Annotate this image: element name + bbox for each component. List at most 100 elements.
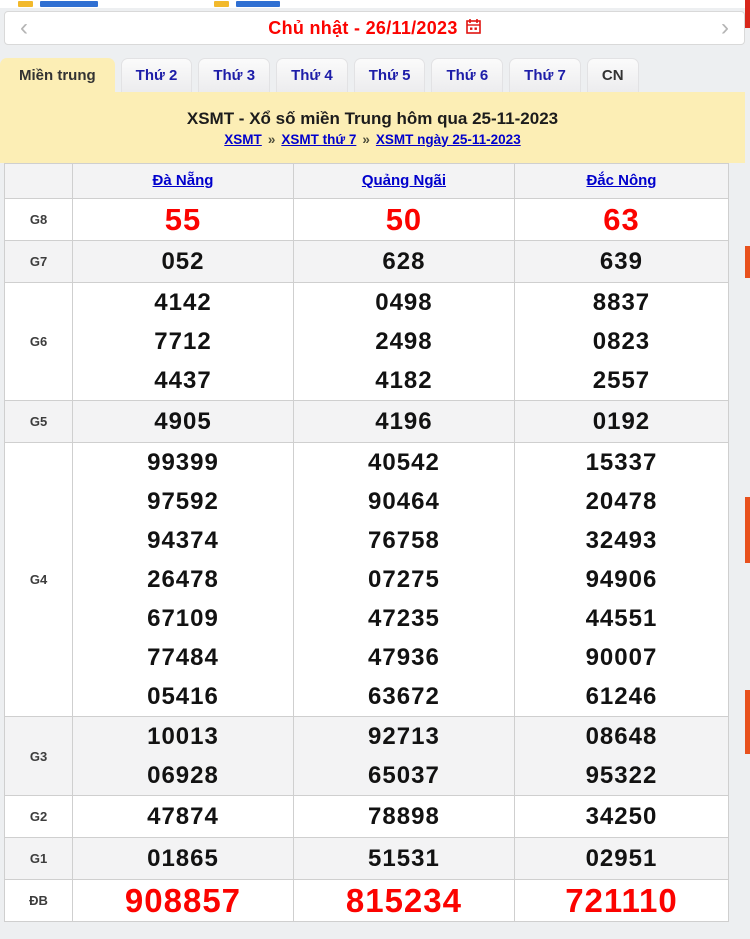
weekday-tabs: Miền trung Thứ 2 Thứ 3 Thứ 4 Thứ 5 Thứ 6 Thứ 7… <box>0 58 745 92</box>
breadcrumb-link[interactable]: XSMT ngày 25-11-2023 <box>376 132 521 147</box>
prize-number: 63672 <box>368 682 440 710</box>
prize-cell: 51531 <box>292 837 515 880</box>
tab-thứ-3[interactable]: Thứ 3 <box>198 58 271 92</box>
prize-cell: 02951 <box>513 837 730 880</box>
prize-label: G1 <box>4 837 73 880</box>
prize-cell: 815234 <box>292 879 515 922</box>
prize-cell: 052 <box>72 240 294 283</box>
prize-number: 32493 <box>585 526 658 554</box>
prize-number: 8837 <box>592 288 651 316</box>
prize-label: G8 <box>4 198 73 241</box>
prize-number: 77484 <box>147 643 219 671</box>
calendar-icon[interactable] <box>465 18 481 39</box>
prize-row-g8: G8 55 50 63 <box>4 198 730 241</box>
prize-cell: 78898 <box>292 795 515 838</box>
prize-number: 08648 <box>585 722 658 750</box>
prize-number: 815234 <box>345 881 462 919</box>
results-table-wrap: Đà Nẵng Quảng Ngãi Đắc Nông G8 55 50 63 G7 05… <box>4 163 730 922</box>
breadcrumb: XSMT » XSMT thứ 7 » XSMT ngày 25-11-2023 <box>224 132 520 147</box>
date-text: Chủ nhật - 26/11/2023 <box>268 17 458 38</box>
prize-number: 47874 <box>147 802 219 830</box>
prize-number: 4437 <box>154 366 212 394</box>
prize-number: 052 <box>161 247 205 275</box>
prize-number: 07275 <box>368 565 440 593</box>
tab-thứ-5[interactable]: Thứ 5 <box>353 58 426 92</box>
topnav-icon-fragment <box>18 1 33 7</box>
prize-number: 94906 <box>585 565 658 593</box>
prize-number: 55 <box>164 201 202 237</box>
prize-cell: 4196 <box>292 400 515 443</box>
current-date-label: Chủ nhật - 26/11/2023 <box>268 17 481 39</box>
prize-number: 02951 <box>585 844 658 872</box>
prize-number: 63 <box>603 201 640 237</box>
breadcrumb-link[interactable]: XSMT <box>224 132 262 147</box>
prize-number: 50 <box>385 201 423 237</box>
prize-number: 76758 <box>368 526 440 554</box>
tab-thứ-7[interactable]: Thứ 7 <box>509 58 581 92</box>
prize-number: 908857 <box>124 881 242 919</box>
prize-cell: 4142 7712 4437 <box>72 282 294 401</box>
prize-cell: 34250 <box>513 795 730 838</box>
prize-cell: 92713 65037 <box>292 716 515 796</box>
prize-cell: 628 <box>292 240 515 283</box>
right-edge-marker <box>745 690 750 754</box>
topnav-text-fragment <box>236 1 280 7</box>
right-edge-marker <box>745 497 750 563</box>
prize-cell: 47874 <box>72 795 294 838</box>
prize-number: 99399 <box>147 448 219 476</box>
tab-thứ-6[interactable]: Thứ 6 <box>431 58 504 92</box>
prize-number: 34250 <box>585 802 658 830</box>
prize-number: 67109 <box>147 604 219 632</box>
breadcrumb-separator: » <box>267 131 276 147</box>
prize-number: 15337 <box>585 448 658 476</box>
prize-label: ĐB <box>4 879 73 922</box>
prize-number: 97592 <box>147 487 219 515</box>
prize-number: 4905 <box>154 407 212 435</box>
prize-row-g5: G5 4905 4196 0192 <box>4 400 730 443</box>
prize-number: 05416 <box>147 682 219 710</box>
prize-cell: 40542 90464 76758 07275 47235 47936 63672 <box>292 442 515 717</box>
prev-day-arrow[interactable]: ‹ <box>7 12 41 44</box>
title-band: XSMT - Xổ số miền Trung hôm qua 25-11-20… <box>0 92 745 163</box>
prize-cell: 721110 <box>513 879 730 922</box>
prize-number: 10013 <box>147 722 219 750</box>
corner-cell <box>4 163 73 199</box>
breadcrumb-link[interactable]: XSMT thứ 7 <box>281 132 356 147</box>
prize-cell: 8837 0823 2557 <box>513 282 730 401</box>
prize-label: G5 <box>4 400 73 443</box>
prize-number: 4182 <box>375 366 433 394</box>
prize-row-đb: ĐB 908857 815234 721110 <box>4 879 730 922</box>
prize-number: 44551 <box>585 604 658 632</box>
prize-number: 628 <box>382 247 426 275</box>
topnav-text-fragment <box>40 1 98 7</box>
right-edge-marker <box>745 0 750 28</box>
prize-number: 94374 <box>147 526 219 554</box>
tab-miền-trung[interactable]: Miền trung <box>0 58 115 92</box>
prize-cell: 01865 <box>72 837 294 880</box>
prize-number: 2557 <box>592 366 651 394</box>
prize-number: 0498 <box>375 288 433 316</box>
prize-number: 2498 <box>375 327 433 355</box>
prize-number: 639 <box>599 247 643 275</box>
column-link-da-nang[interactable]: Đà Nẵng <box>153 172 214 189</box>
tab-cn[interactable]: CN <box>586 58 639 92</box>
column-link-dac-nong[interactable]: Đắc Nông <box>586 172 656 189</box>
prize-number: 47936 <box>368 643 440 671</box>
prize-number: 90007 <box>585 643 658 671</box>
prize-number: 78898 <box>368 802 440 830</box>
column-link-quang-ngai[interactable]: Quảng Ngãi <box>362 172 446 189</box>
prize-label: G7 <box>4 240 73 283</box>
prize-number: 61246 <box>585 682 658 710</box>
prize-row-g7: G7 052 628 639 <box>4 240 730 283</box>
next-day-arrow[interactable]: › <box>708 12 742 44</box>
tab-thứ-2[interactable]: Thứ 2 <box>120 58 193 92</box>
prize-number: 0823 <box>592 327 651 355</box>
prize-number: 4196 <box>375 407 433 435</box>
prize-number: 65037 <box>368 761 440 789</box>
prize-number: 51531 <box>368 844 440 872</box>
prize-cell: 50 <box>292 198 515 241</box>
tab-thứ-4[interactable]: Thứ 4 <box>276 58 348 92</box>
prize-number: 06928 <box>147 761 219 789</box>
results-table: Đà Nẵng Quảng Ngãi Đắc Nông G8 55 50 63 G7 05… <box>4 163 730 922</box>
prize-label: G4 <box>4 442 73 717</box>
